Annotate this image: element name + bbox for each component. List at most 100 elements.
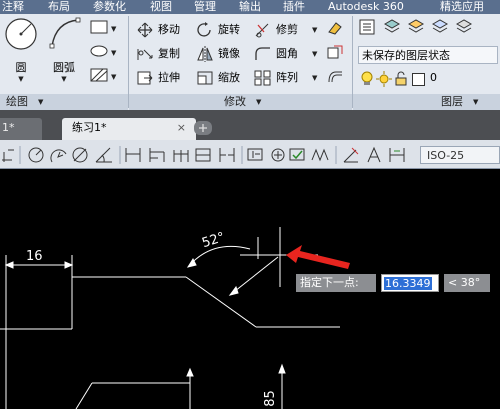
chevron-down-icon: ▼ <box>473 98 479 106</box>
array-button[interactable]: 阵列 ▼ <box>254 68 320 88</box>
copy-button[interactable]: 复制 <box>136 44 196 64</box>
ribbon: 圆 ▼ 圆弧 ▼ ▼ ▼ ▼ 移动 旋转 修剪 ▼ 复制 镜像 圆角 ▼ 拉伸 … <box>0 14 500 110</box>
rotate-button[interactable]: 旋转 <box>196 20 254 40</box>
angle-arc <box>187 245 251 268</box>
chevron-down-icon[interactable]: ▼ <box>44 75 84 83</box>
lock-icon <box>395 71 407 86</box>
jogged-linear-icon <box>311 148 329 162</box>
dim-jogged-icon <box>50 149 67 163</box>
tab-practice1[interactable]: 练习1* × <box>62 118 196 140</box>
dimension-text-16: 16 <box>26 249 43 264</box>
trim-icon <box>255 23 269 38</box>
hatch-icon[interactable]: ▼ <box>88 66 118 84</box>
menu-layout[interactable]: 布局 <box>48 0 70 13</box>
layer-tools-row <box>358 18 500 38</box>
circle-button[interactable]: 圆 ▼ <box>2 16 40 83</box>
mirror-icon <box>197 46 213 62</box>
chevron-down-icon: ▼ <box>256 98 262 106</box>
modify-panel-title[interactable]: 修改 ▼ <box>129 94 352 110</box>
layer-state-icon[interactable] <box>382 18 404 36</box>
dimension-text-85: 85 <box>262 390 278 407</box>
layers-panel-title[interactable]: 图层 ▼ <box>353 94 500 110</box>
chevron-down-icon[interactable]: ▼ <box>312 44 317 64</box>
dim-angular-icon <box>95 147 112 163</box>
rectangle-icon[interactable]: ▼ <box>88 18 118 36</box>
menu-parametric[interactable]: 参数化 <box>93 0 126 13</box>
copy-icon <box>137 49 153 60</box>
arrowhead-right <box>64 261 74 269</box>
tab-previous-drawing[interactable]: 1* <box>0 118 42 140</box>
svg-text:▼: ▼ <box>111 49 117 57</box>
ellipse-icon[interactable]: ▼ <box>88 42 118 60</box>
current-layer-name: 0 <box>430 71 437 84</box>
fillet-icon <box>255 47 270 60</box>
menu-annotate[interactable]: 注释 <box>2 0 24 13</box>
new-tab-button[interactable] <box>194 121 212 135</box>
close-icon[interactable]: × <box>177 118 186 138</box>
array-icon <box>254 70 271 86</box>
menu-plugins[interactable]: 插件 <box>283 0 305 13</box>
offset-icon[interactable] <box>326 68 346 88</box>
fillet-button[interactable]: 圆角 ▼ <box>254 44 320 64</box>
layer-state-dropdown[interactable]: 未保存的图层状态 <box>358 46 498 64</box>
svg-text:▼: ▼ <box>111 73 117 81</box>
plus-icon <box>199 124 207 132</box>
scale-icon <box>197 71 213 85</box>
move-button[interactable]: 移动 <box>136 20 196 40</box>
sun-icon <box>376 71 392 87</box>
lightbulb-icon <box>361 71 373 85</box>
draw-panel-title[interactable]: 绘图 ▼ <box>0 94 128 110</box>
layer-properties-icon[interactable] <box>358 18 380 36</box>
chevron-down-icon[interactable]: ▼ <box>2 75 40 83</box>
layer-state-value: 未保存的图层状态 <box>362 49 450 62</box>
menu-bar: 注释 布局 参数化 视图 管理 输出 插件 Autodesk 360 精选应用 <box>0 0 500 14</box>
document-tab-bar: 1* 练习1* × <box>0 110 500 140</box>
dim-update-icon <box>389 148 405 162</box>
center-mark-icon <box>271 148 285 162</box>
dim-break-icon <box>219 148 235 162</box>
dim-baseline-icon <box>149 148 165 162</box>
layer-isolate-icon[interactable] <box>406 18 428 36</box>
dim-text-edit-icon <box>367 146 381 163</box>
dim-continue-icon <box>173 150 189 162</box>
explode-icon[interactable] <box>326 44 346 64</box>
stretch-icon <box>137 71 153 85</box>
length-input[interactable]: 16.3349 <box>381 274 439 292</box>
lower-left <box>75 382 93 409</box>
rotate-icon <box>197 22 211 37</box>
stretch-button[interactable]: 拉伸 <box>136 68 196 88</box>
dimension-style-value: ISO-25 <box>427 149 465 162</box>
mirror-button[interactable]: 镜像 <box>196 44 254 64</box>
chevron-down-icon: ▼ <box>38 98 44 106</box>
dimension-style-dropdown[interactable]: ISO-25 <box>420 146 500 164</box>
menu-manage[interactable]: 管理 <box>194 0 216 13</box>
dim-space-icon <box>195 148 211 162</box>
scale-button[interactable]: 缩放 <box>196 68 254 88</box>
move-icon <box>137 22 153 38</box>
layer-color-swatch <box>412 73 425 86</box>
arc-icon <box>49 17 81 49</box>
dim-edit-icon <box>343 147 359 163</box>
drawing-canvas[interactable]: 16 52° 85 指定下一点: 16.3349 < 38° <box>0 169 500 409</box>
command-prompt-tooltip: 指定下一点: <box>296 274 376 292</box>
menu-view[interactable]: 视图 <box>150 0 172 13</box>
chevron-down-icon[interactable]: ▼ <box>312 68 317 88</box>
dim-diameter-icon <box>72 147 88 163</box>
dim-radius-icon <box>28 147 44 163</box>
angle-input[interactable]: < 38° <box>444 274 490 292</box>
arrowhead-left <box>4 261 14 269</box>
layer-freeze-icon[interactable] <box>430 18 452 36</box>
chevron-down-icon[interactable]: ▼ <box>312 20 317 40</box>
outline-chamfer <box>185 276 257 328</box>
menu-featured-apps[interactable]: 精选应用 <box>440 0 484 13</box>
svg-text:▼: ▼ <box>111 25 117 33</box>
menu-autodesk360[interactable]: Autodesk 360 <box>328 0 404 13</box>
trim-button[interactable]: 修剪 ▼ <box>254 20 320 40</box>
erase-icon[interactable] <box>326 20 346 40</box>
menu-output[interactable]: 输出 <box>239 0 261 13</box>
layer-off-icon[interactable] <box>454 18 476 36</box>
arc-button[interactable]: 圆弧 ▼ <box>44 16 84 83</box>
layer-dropdown[interactable]: 0 <box>358 70 498 88</box>
circle-icon <box>5 18 37 50</box>
dimension-tool-icons <box>2 146 405 164</box>
